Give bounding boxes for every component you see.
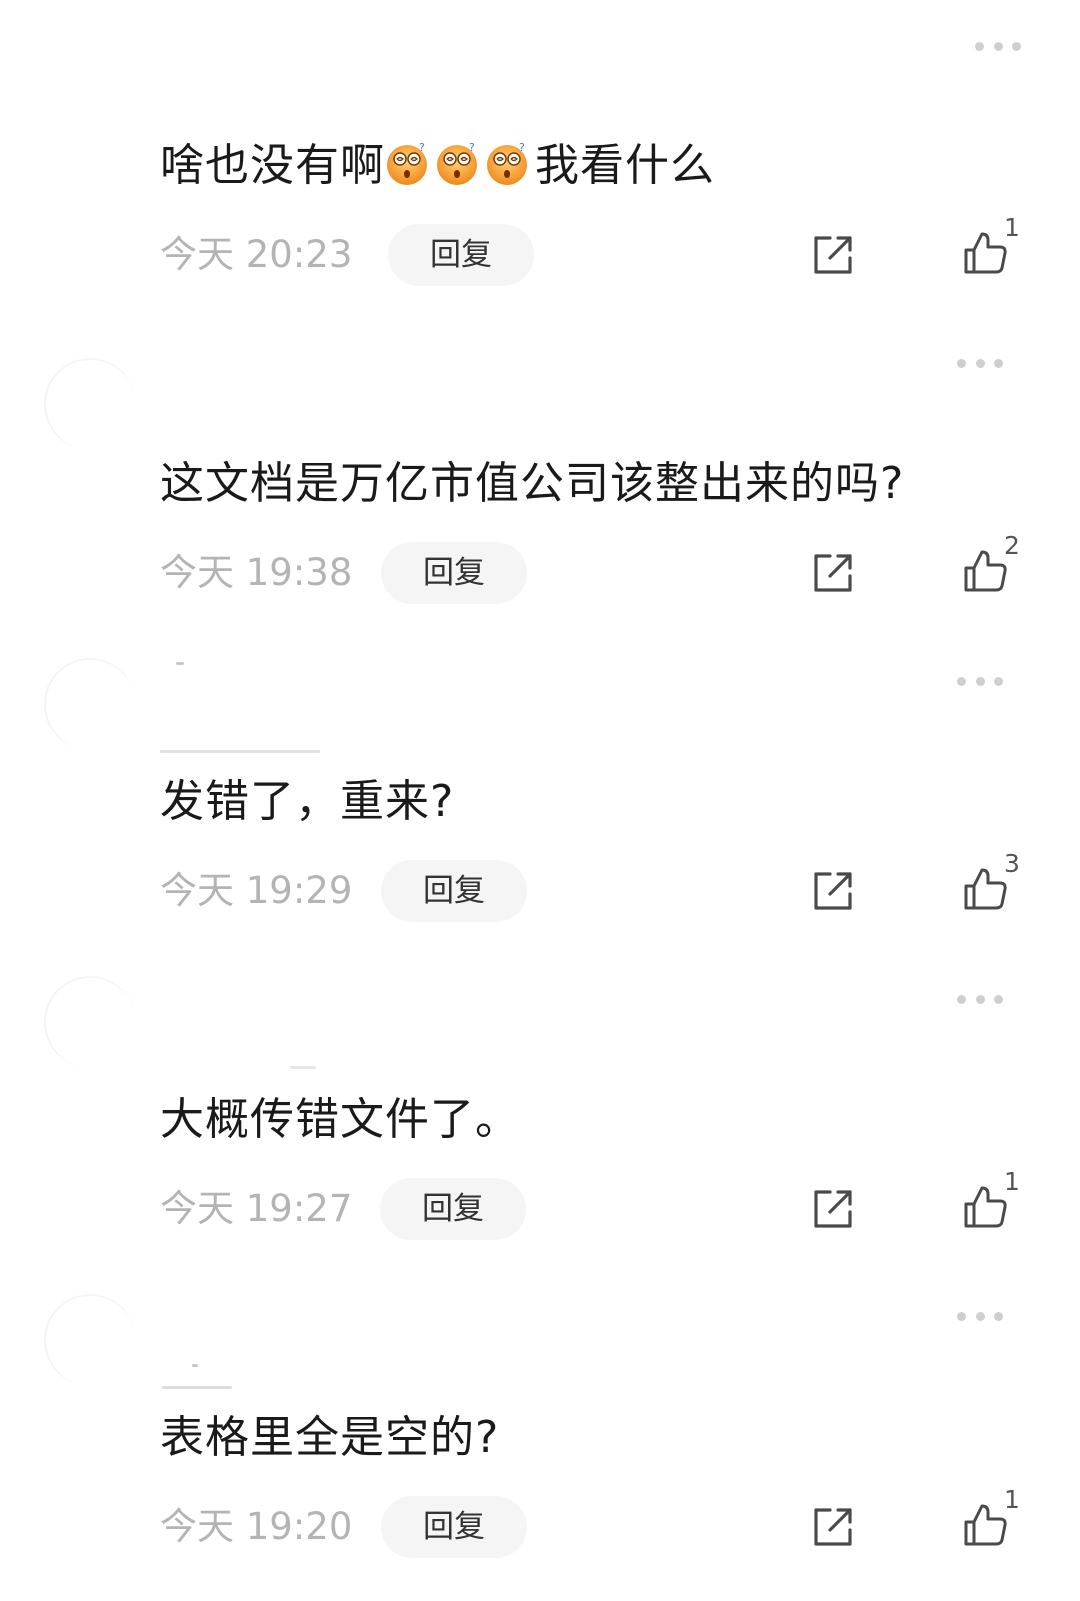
more-dot-icon [957, 358, 966, 368]
more-dot-icon [994, 1311, 1003, 1321]
reply-button[interactable]: 回复 [381, 1496, 527, 1558]
more-options-button[interactable] [957, 669, 1003, 693]
more-dot-icon [957, 676, 966, 686]
reply-button[interactable]: 回复 [381, 542, 527, 604]
reply-button[interactable]: 回复 [380, 1178, 526, 1240]
more-options-button[interactable] [957, 1304, 1003, 1328]
svg-text:?: ? [419, 142, 426, 154]
comment-text: 表格里全是空的? [160, 1412, 500, 1463]
dizzy-face-emoji-icon: ? [487, 142, 527, 185]
thumbs-up-icon[interactable] [962, 1500, 1010, 1548]
more-dot-icon [994, 676, 1003, 686]
obscured-meta [162, 1386, 232, 1389]
avatar [44, 358, 136, 450]
more-dot-icon [994, 994, 1003, 1004]
more-dot-icon [957, 1311, 966, 1321]
share-icon[interactable] [810, 1186, 856, 1232]
more-dot-icon [957, 994, 966, 1004]
comment-timestamp: 今天 19:29 [160, 869, 353, 912]
avatar [44, 976, 136, 1068]
more-dot-icon [975, 994, 985, 1004]
more-dot-icon [975, 41, 984, 51]
more-options-button[interactable] [975, 34, 1021, 58]
dizzy-face-emoji-icon: ? [387, 142, 427, 185]
share-icon[interactable] [810, 232, 856, 278]
comment-item: 啥也没有啊 ? ? ? 我看什么 今天 20:23 回复 1 [0, 0, 1080, 318]
more-dot-icon [993, 41, 1003, 51]
comment-text: 这文档是万亿市值公司该整出来的吗? [160, 458, 905, 509]
obscured-meta [290, 1066, 316, 1069]
avatar [44, 1294, 136, 1386]
share-icon[interactable] [810, 550, 856, 596]
comment-item: 表格里全是空的? 今天 19:20 回复 1 [0, 1272, 1080, 1590]
more-dot-icon [975, 676, 985, 686]
comment-text-main: 啥也没有啊 [160, 140, 385, 191]
thumbs-up-icon[interactable] [962, 1182, 1010, 1230]
emoji-group: ? ? ? [385, 140, 535, 191]
more-options-button[interactable] [957, 351, 1003, 375]
like-count: 3 [1004, 849, 1020, 878]
comment-text: 发错了，重来? [160, 776, 455, 827]
comment-text-suffix: 我看什么 [535, 140, 715, 191]
obscured-username [192, 1364, 198, 1367]
more-dot-icon [994, 358, 1003, 368]
obscured-username [176, 662, 184, 665]
more-dot-icon [975, 1311, 985, 1321]
avatar [44, 658, 136, 750]
thumbs-up-icon[interactable] [962, 864, 1010, 912]
share-icon[interactable] [810, 1504, 856, 1550]
comment-timestamp: 今天 19:27 [160, 1187, 353, 1230]
share-icon[interactable] [810, 868, 856, 914]
comment-text: 大概传错文件了。 [160, 1094, 520, 1145]
more-dot-icon [975, 358, 985, 368]
reply-button[interactable]: 回复 [381, 860, 527, 922]
dizzy-face-emoji-icon: ? [437, 142, 477, 185]
comment-timestamp: 今天 19:20 [160, 1505, 353, 1548]
reply-button[interactable]: 回复 [388, 224, 534, 286]
like-count: 2 [1004, 531, 1020, 560]
like-count: 1 [1004, 1167, 1020, 1196]
comment-timestamp: 今天 20:23 [160, 233, 353, 276]
like-count: 1 [1004, 213, 1020, 242]
thumbs-up-icon[interactable] [962, 546, 1010, 594]
comment-item: 大概传错文件了。 今天 19:27 回复 1 [0, 954, 1080, 1272]
more-dot-icon [1012, 41, 1021, 51]
comment-item: 这文档是万亿市值公司该整出来的吗? 今天 19:38 回复 2 [0, 318, 1080, 636]
more-options-button[interactable] [957, 987, 1003, 1011]
svg-text:?: ? [469, 142, 476, 154]
comment-text: 啥也没有啊 ? ? ? 我看什么 [160, 136, 715, 196]
comment-timestamp: 今天 19:38 [160, 551, 353, 594]
comment-item: 发错了，重来? 今天 19:29 回复 3 [0, 636, 1080, 954]
obscured-meta [160, 750, 320, 753]
like-count: 1 [1004, 1485, 1020, 1514]
svg-text:?: ? [519, 142, 526, 154]
thumbs-up-icon[interactable] [962, 228, 1010, 276]
